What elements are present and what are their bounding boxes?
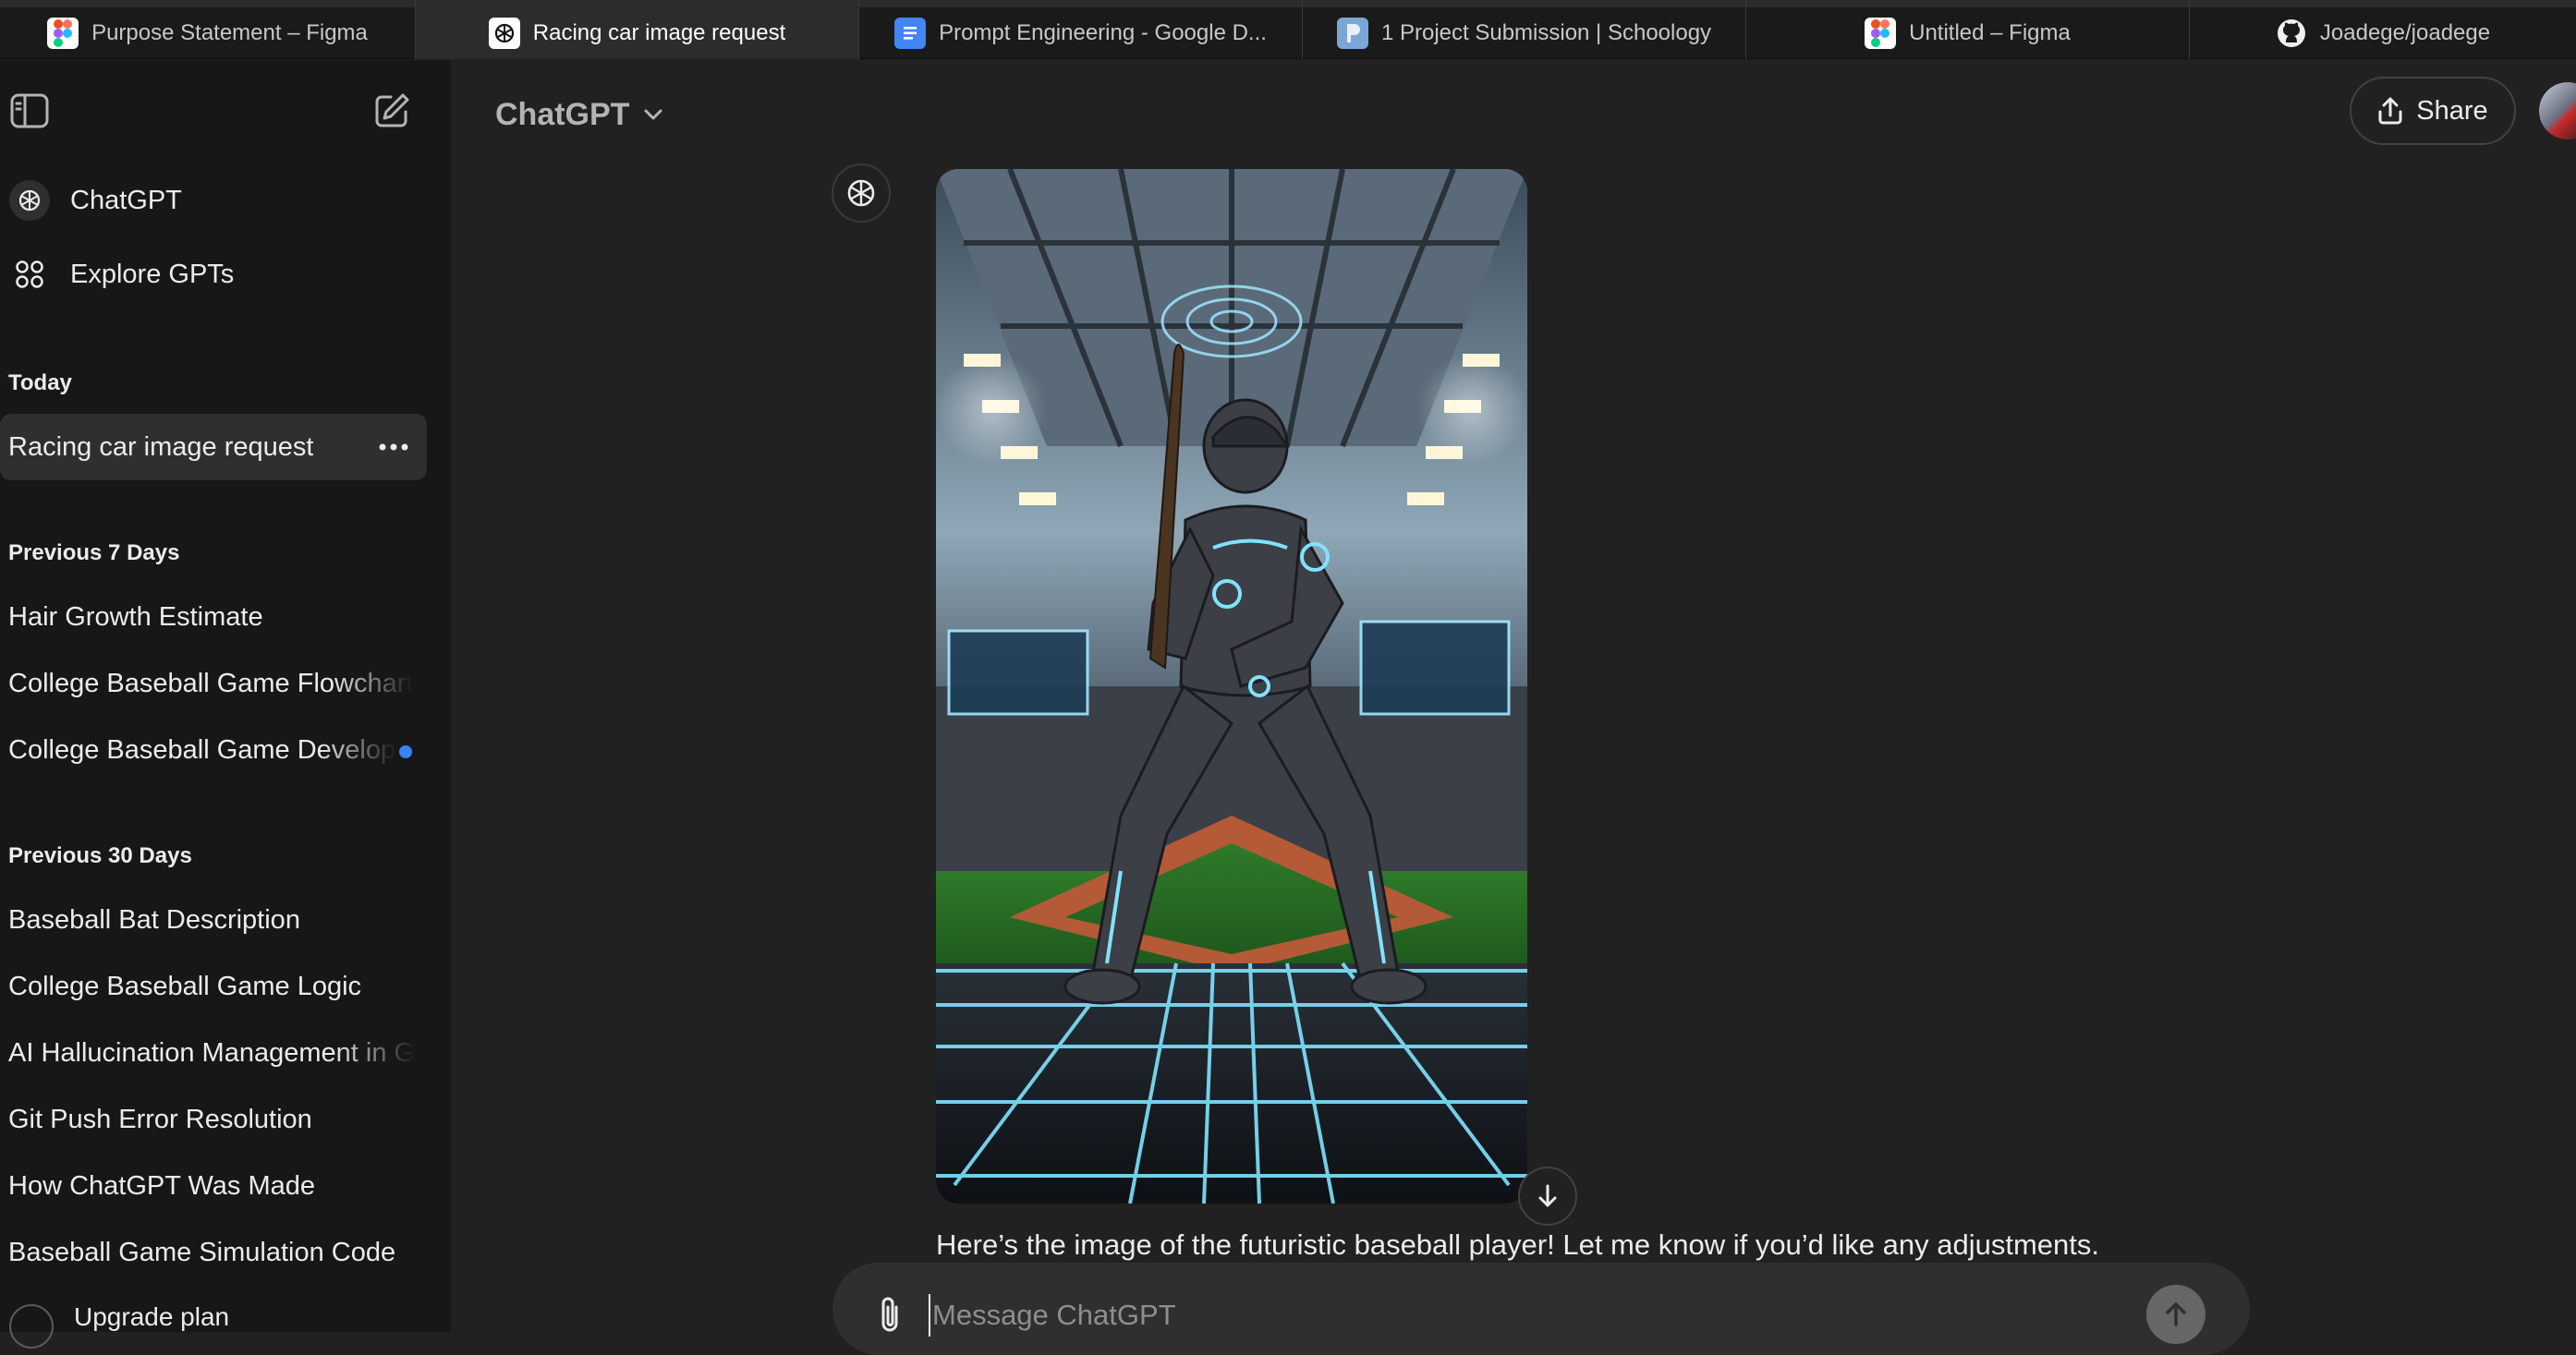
arrow-up-icon xyxy=(2166,1302,2186,1326)
upgrade-plan-label: Upgrade plan xyxy=(74,1302,230,1331)
chat-item-baseball-bat-description[interactable]: Baseball Bat Description xyxy=(0,887,427,953)
share-label: Share xyxy=(2416,95,2488,126)
sidebar-nav-chatgpt[interactable]: ChatGPT xyxy=(0,167,434,234)
sidebar: ChatGPT Explore GPTs Today Racing car im… xyxy=(0,60,451,1349)
sidebar-nav-explore-gpts[interactable]: Explore GPTs xyxy=(0,241,434,308)
google-docs-icon xyxy=(894,18,927,49)
chat-item-ai-hallucination-management[interactable]: AI Hallucination Management in Games xyxy=(0,1020,427,1086)
browser-tab-prompt-engineering[interactable]: Prompt Engineering - Google D... xyxy=(859,0,1303,59)
chat-item-label: College Baseball Game Flowchart xyxy=(8,668,414,698)
edit-icon xyxy=(375,93,409,127)
section-heading-today: Today xyxy=(8,370,72,395)
tab-label: Prompt Engineering - Google D... xyxy=(939,20,1267,45)
github-icon xyxy=(2276,18,2307,49)
browser-tab-racing-car[interactable]: Racing car image request xyxy=(416,0,859,59)
section-heading-previous-7-days: Previous 7 Days xyxy=(8,540,180,565)
browser-tab-github[interactable]: Joadege/joadege xyxy=(2190,0,2576,59)
tab-label: Purpose Statement – Figma xyxy=(91,20,368,45)
chat-item-hair-growth-estimate[interactable]: Hair Growth Estimate xyxy=(0,584,427,650)
upgrade-plan-button[interactable]: Upgrade plan xyxy=(0,1302,451,1349)
figma-icon xyxy=(47,18,79,49)
chat-item-label: Racing car image request xyxy=(8,431,314,462)
chat-item-college-baseball-game-flowchart[interactable]: College Baseball Game Flowchart xyxy=(0,650,427,717)
model-name: ChatGPT xyxy=(495,96,630,132)
sparkle-icon xyxy=(9,1304,54,1349)
chatgpt-icon xyxy=(847,179,875,207)
browser-tab-strip: Purpose Statement – Figma Racing car ima… xyxy=(0,0,2576,59)
browser-tab-schoology[interactable]: 1 Project Submission | Schoology xyxy=(1303,0,1746,59)
chat-item-college-baseball-game-logic[interactable]: College Baseball Game Logic xyxy=(0,953,427,1020)
chat-item-git-push-error-resolution[interactable]: Git Push Error Resolution xyxy=(0,1086,427,1153)
generated-image[interactable] xyxy=(936,169,1527,1204)
chat-item-label: AI Hallucination Management in Games xyxy=(8,1037,415,1068)
main-panel: ChatGPT Share Here’s the image of the fu… xyxy=(451,60,2576,1355)
toggle-sidebar-button[interactable] xyxy=(2,83,57,139)
tab-label: 1 Project Submission | Schoology xyxy=(1380,20,1712,45)
send-button[interactable] xyxy=(2146,1285,2205,1344)
share-button[interactable]: Share xyxy=(2350,77,2516,145)
sidebar-nav-label: ChatGPT xyxy=(70,185,182,215)
message-composer xyxy=(832,1263,2250,1355)
assistant-avatar xyxy=(832,163,891,223)
avatar[interactable] xyxy=(2539,82,2576,139)
unread-dot xyxy=(399,745,412,758)
browser-tab-untitled-figma[interactable]: Untitled – Figma xyxy=(1746,0,2190,59)
tab-label: Racing car image request xyxy=(532,20,786,45)
new-chat-button[interactable] xyxy=(364,83,419,139)
chat-item-label: Baseball Bat Description xyxy=(8,904,300,935)
more-options-icon[interactable] xyxy=(377,430,410,464)
tab-label: Joadege/joadege xyxy=(2319,20,2491,45)
share-icon xyxy=(2378,97,2402,125)
assistant-reply: Here’s the image of the futuristic baseb… xyxy=(936,1228,2100,1261)
chat-item-label: College Baseball Game Logic xyxy=(8,971,362,1001)
chat-item-college-baseball-game-development[interactable]: College Baseball Game Development xyxy=(0,717,427,783)
tab-label: Untitled – Figma xyxy=(1909,20,2071,45)
browser-tab-purpose-statement[interactable]: Purpose Statement – Figma xyxy=(0,0,416,59)
chat-item-how-chatgpt-was-made[interactable]: How ChatGPT Was Made xyxy=(0,1153,427,1219)
paperclip-icon xyxy=(881,1297,898,1332)
generated-image-art xyxy=(936,169,1527,1204)
section-heading-previous-30-days: Previous 30 Days xyxy=(8,843,192,868)
grid-icon xyxy=(9,254,50,295)
sidebar-nav-label: Explore GPTs xyxy=(70,259,235,289)
model-picker[interactable]: ChatGPT xyxy=(495,88,664,141)
chat-item-label: College Baseball Game Development xyxy=(8,734,396,765)
chat-item-label: Hair Growth Estimate xyxy=(8,601,263,632)
chatgpt-icon xyxy=(9,180,50,221)
figma-icon xyxy=(1865,18,1897,49)
chat-item-racing-car-image-request[interactable]: Racing car image request xyxy=(0,414,427,480)
arrow-down-icon xyxy=(1538,1184,1557,1207)
chatgpt-icon xyxy=(488,18,520,49)
chat-item-label: How ChatGPT Was Made xyxy=(8,1170,315,1201)
schoology-icon xyxy=(1336,18,1368,49)
chevron-down-icon xyxy=(644,109,662,120)
scroll-to-bottom-button[interactable] xyxy=(1518,1167,1577,1226)
chat-item-label: Git Push Error Resolution xyxy=(8,1104,312,1134)
chat-item-baseball-game-simulation-code[interactable]: Baseball Game Simulation Code xyxy=(0,1219,427,1286)
sidebar-toggle-icon xyxy=(10,93,49,128)
chat-item-label: Baseball Game Simulation Code xyxy=(8,1237,396,1267)
message-input[interactable] xyxy=(929,1294,2093,1337)
